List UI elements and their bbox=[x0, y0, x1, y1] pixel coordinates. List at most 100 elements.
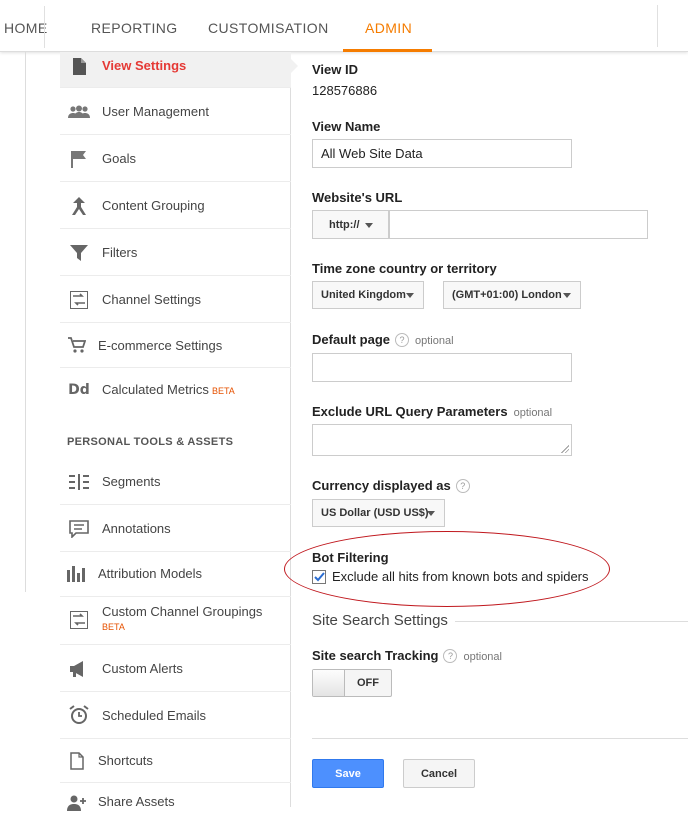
left-panel-edge bbox=[25, 52, 26, 592]
tab-customisation[interactable]: CUSTOMISATION bbox=[208, 0, 329, 52]
help-icon[interactable]: ? bbox=[443, 649, 458, 663]
sidebar-item-share-assets[interactable]: Share Assets bbox=[60, 783, 291, 813]
protocol-value: http:// bbox=[329, 218, 360, 231]
timezone-value: (GMT+01:00) London bbox=[452, 289, 562, 301]
sidebar-item-label: Scheduled Emails bbox=[102, 708, 207, 723]
sidebar-item-label: Filters bbox=[102, 245, 138, 260]
view-id-value: 128576886 bbox=[312, 83, 378, 98]
sidebar-item-label: User Management bbox=[102, 104, 209, 119]
sidebar-item-view-settings[interactable]: View Settings bbox=[60, 52, 291, 88]
toggle-knob[interactable] bbox=[313, 670, 345, 696]
help-icon[interactable]: ? bbox=[395, 333, 410, 347]
section-divider bbox=[455, 621, 688, 622]
channel-settings-icon bbox=[68, 290, 90, 310]
channel-groupings-icon bbox=[68, 610, 90, 630]
alarm-clock-icon bbox=[68, 705, 90, 725]
site-search-settings-title: Site Search Settings bbox=[312, 612, 448, 629]
exclude-params-label: Exclude URL Query Parameters optional bbox=[312, 404, 553, 419]
highlight-annotation bbox=[284, 531, 610, 607]
timezone-select[interactable]: (GMT+01:00) London bbox=[443, 281, 581, 309]
chevron-down-icon bbox=[406, 293, 414, 298]
sidebar-item-label: Attribution Models bbox=[98, 566, 203, 581]
chevron-down-icon bbox=[427, 511, 435, 516]
form-divider bbox=[312, 738, 688, 739]
content-grouping-icon bbox=[68, 196, 90, 216]
optional-hint: optional bbox=[415, 335, 454, 347]
save-button[interactable]: Save bbox=[312, 759, 384, 788]
sidebar-item-label: Custom Channel Groupings bbox=[102, 604, 263, 619]
protocol-select[interactable]: http:// bbox=[312, 210, 389, 239]
chevron-down-icon bbox=[563, 293, 571, 298]
users-icon bbox=[68, 102, 90, 122]
chevron-down-icon bbox=[365, 222, 373, 228]
view-name-field[interactable]: All Web Site Data bbox=[312, 139, 572, 168]
optional-hint: optional bbox=[463, 651, 502, 663]
sidebar-item-label: E-commerce Settings bbox=[98, 338, 223, 353]
optional-hint: optional bbox=[513, 407, 553, 419]
default-page-label: Default page? optional bbox=[312, 332, 454, 347]
sidebar-item-ecommerce-settings[interactable]: E-commerce Settings bbox=[60, 323, 291, 368]
segments-icon bbox=[68, 472, 90, 492]
tab-home[interactable]: HOME bbox=[4, 0, 48, 52]
sidebar-item-annotations[interactable]: Annotations bbox=[60, 505, 291, 552]
site-search-toggle[interactable]: OFF bbox=[312, 669, 392, 697]
currency-select[interactable]: US Dollar (USD US$) bbox=[312, 499, 445, 527]
flag-icon bbox=[68, 149, 90, 169]
default-page-field[interactable] bbox=[312, 353, 572, 382]
nav-divider bbox=[657, 5, 658, 47]
sidebar-item-custom-channel-groupings[interactable]: Custom Channel Groupings BETA bbox=[60, 597, 291, 645]
dd-icon: Dd bbox=[68, 382, 90, 398]
cart-icon bbox=[66, 335, 88, 355]
cancel-button[interactable]: Cancel bbox=[403, 759, 475, 788]
sidebar-item-label: Calculated Metrics BETA bbox=[102, 382, 235, 397]
sidebar-item-custom-alerts[interactable]: Custom Alerts bbox=[60, 645, 291, 692]
currency-value: US Dollar (USD US$) bbox=[321, 507, 429, 519]
view-name-label: View Name bbox=[312, 119, 381, 134]
sidebar-item-attribution-models[interactable]: Attribution Models bbox=[60, 552, 291, 597]
country-value: United Kingdom bbox=[321, 289, 406, 301]
tab-reporting[interactable]: REPORTING bbox=[91, 0, 178, 52]
help-icon[interactable]: ? bbox=[455, 479, 470, 493]
personal-tools-heading: PERSONAL TOOLS & ASSETS bbox=[67, 436, 234, 448]
page-icon bbox=[66, 751, 88, 771]
currency-label: Currency displayed as? bbox=[312, 478, 470, 493]
sidebar-item-scheduled-emails[interactable]: Scheduled Emails bbox=[60, 692, 291, 739]
filter-icon bbox=[68, 243, 90, 263]
document-icon bbox=[68, 56, 90, 76]
sidebar-item-label: Custom Alerts bbox=[102, 661, 183, 676]
sidebar-item-label: Channel Settings bbox=[102, 292, 202, 307]
sidebar-item-label: Shortcuts bbox=[98, 753, 153, 768]
sidebar-item-segments[interactable]: Segments bbox=[60, 458, 291, 505]
nav-divider bbox=[44, 6, 45, 48]
active-tab-indicator bbox=[343, 49, 432, 52]
timezone-label: Time zone country or territory bbox=[312, 261, 497, 276]
website-url-label: Website's URL bbox=[312, 190, 403, 205]
sidebar-item-label: Content Grouping bbox=[102, 198, 205, 213]
beta-badge: BETA bbox=[211, 386, 235, 396]
website-url-field[interactable] bbox=[389, 210, 648, 239]
add-user-icon bbox=[66, 793, 88, 813]
sidebar-item-label: Annotations bbox=[102, 521, 171, 536]
annotation-icon bbox=[68, 519, 90, 539]
sidebar-item-calculated-metrics[interactable]: Dd Calculated Metrics BETA bbox=[60, 368, 291, 415]
megaphone-icon bbox=[68, 659, 90, 679]
sidebar-item-label: View Settings bbox=[102, 58, 187, 73]
sidebar-item-channel-settings[interactable]: Channel Settings bbox=[60, 276, 291, 323]
resize-handle-icon[interactable] bbox=[561, 445, 569, 453]
admin-sidebar: View Settings User Management Goals Cont… bbox=[60, 52, 291, 811]
top-navigation: HOME REPORTING CUSTOMISATION ADMIN bbox=[0, 0, 688, 52]
view-id-label: View ID bbox=[312, 62, 359, 77]
beta-badge: BETA bbox=[102, 622, 125, 632]
country-select[interactable]: United Kingdom bbox=[312, 281, 424, 309]
sidebar-item-filters[interactable]: Filters bbox=[60, 229, 291, 276]
site-search-tracking-label: Site search Tracking? optional bbox=[312, 648, 502, 663]
exclude-params-textarea[interactable] bbox=[312, 424, 572, 456]
sidebar-item-user-management[interactable]: User Management bbox=[60, 88, 291, 135]
bar-chart-icon bbox=[66, 563, 88, 583]
active-item-pointer bbox=[290, 58, 298, 74]
sidebar-item-goals[interactable]: Goals bbox=[60, 135, 291, 182]
sidebar-item-label: Goals bbox=[102, 151, 136, 166]
sidebar-item-shortcuts[interactable]: Shortcuts bbox=[60, 739, 291, 783]
tab-admin[interactable]: ADMIN bbox=[365, 0, 412, 52]
sidebar-item-content-grouping[interactable]: Content Grouping bbox=[60, 182, 291, 229]
